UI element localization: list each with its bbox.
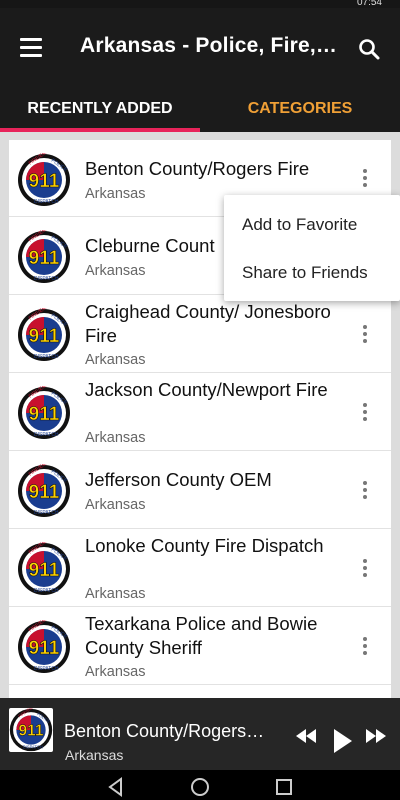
play-icon[interactable] xyxy=(332,728,354,754)
more-options-icon[interactable] xyxy=(355,555,375,581)
more-options-icon[interactable] xyxy=(355,165,375,191)
list-item[interactable]: Texarkana Police and Bowie County Sherif… xyxy=(9,607,391,685)
list-item[interactable]: Lonoke County Fire Dispatch Arkansas xyxy=(9,529,391,607)
feed-title: Jefferson County OEM xyxy=(85,469,272,490)
player-region: Arkansas xyxy=(65,747,124,763)
more-options-icon[interactable] xyxy=(355,477,375,503)
dispatch-911-logo-icon xyxy=(17,308,71,362)
status-time: 07:54 xyxy=(356,0,382,8)
rewind-icon[interactable] xyxy=(294,726,318,746)
feed-title: Benton County/Rogers Fire xyxy=(85,158,310,179)
context-menu: Add to Favorite Share to Friends xyxy=(224,195,400,301)
feed-region: Arkansas xyxy=(85,352,146,368)
fast-forward-icon[interactable] xyxy=(364,726,388,746)
feed-region: Arkansas xyxy=(85,186,146,202)
status-bar: 07:54 xyxy=(0,0,400,8)
tab-recently-added[interactable]: RECENTLY ADDED xyxy=(0,86,200,132)
feed-region: Arkansas xyxy=(85,586,146,602)
tab-indicator xyxy=(0,128,200,132)
add-to-favorite-menu-item[interactable]: Add to Favorite xyxy=(224,201,400,249)
share-to-friends-menu-item[interactable]: Share to Friends xyxy=(224,249,400,297)
tab-bar: RECENTLY ADDED CATEGORIES xyxy=(0,86,400,132)
feed-title: Jackson County/Newport Fire xyxy=(85,379,328,400)
dispatch-911-logo-icon xyxy=(17,542,71,596)
more-options-icon[interactable] xyxy=(355,633,375,659)
dispatch-911-logo-icon xyxy=(17,386,71,440)
page-title: Arkansas - Police, Fire,… xyxy=(80,34,338,57)
dispatch-911-logo-icon xyxy=(17,620,71,674)
feed-region: Arkansas xyxy=(85,430,146,446)
dispatch-911-logo-icon xyxy=(17,230,71,284)
hamburger-menu-icon[interactable] xyxy=(14,30,48,64)
app-bar: Arkansas - Police, Fire,… xyxy=(0,8,400,86)
list-item[interactable]: Jefferson County OEM Arkansas xyxy=(9,451,391,529)
recents-icon[interactable] xyxy=(272,775,296,799)
feed-region: Arkansas xyxy=(85,664,146,680)
feed-region: Arkansas xyxy=(85,263,146,279)
list-item[interactable]: Craighead County/ Jonesboro Fire Arkansa… xyxy=(9,295,391,373)
dispatch-911-logo-icon xyxy=(9,708,53,752)
player-title: Benton County/Rogers… xyxy=(64,721,265,741)
mini-player[interactable]: Benton County/Rogers… Arkansas xyxy=(0,698,400,770)
feed-title: Lonoke County Fire Dispatch xyxy=(85,535,324,556)
list-item[interactable]: Jackson County/Newport Fire Arkansas xyxy=(9,373,391,451)
system-nav-bar xyxy=(0,770,400,800)
dispatch-911-logo-icon xyxy=(17,153,71,207)
feed-region: Arkansas xyxy=(85,497,146,513)
home-icon[interactable] xyxy=(188,775,212,799)
feed-title: Craighead County/ Jonesboro Fire xyxy=(85,301,331,346)
more-options-icon[interactable] xyxy=(355,321,375,347)
more-options-icon[interactable] xyxy=(355,399,375,425)
dispatch-911-logo-icon xyxy=(17,464,71,518)
feed-title: Texarkana Police and Bowie County Sherif… xyxy=(85,613,318,658)
tab-categories[interactable]: CATEGORIES xyxy=(200,86,400,132)
search-icon[interactable] xyxy=(352,32,386,66)
back-icon[interactable] xyxy=(104,775,128,799)
